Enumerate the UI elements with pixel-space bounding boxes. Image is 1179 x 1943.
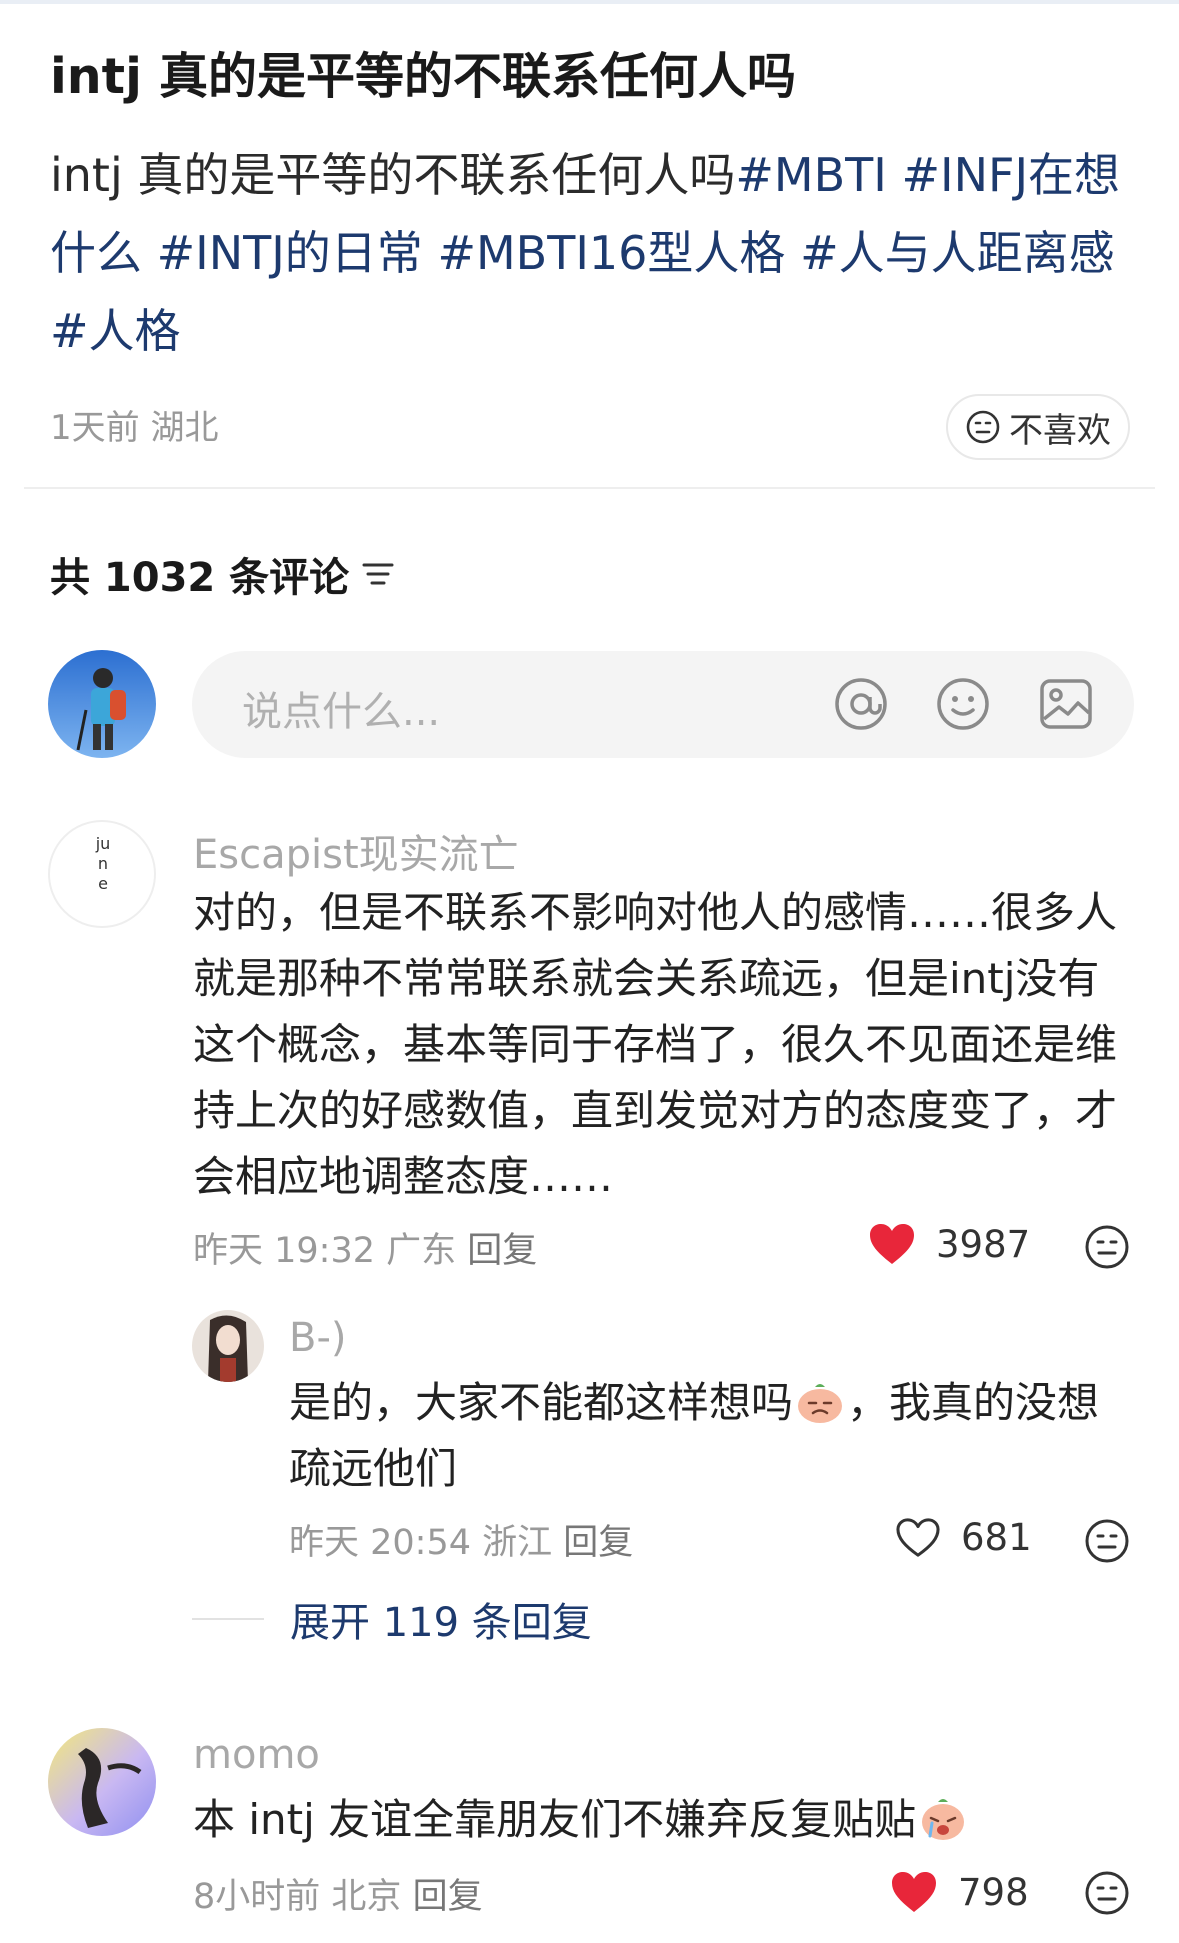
smile-icon[interactable]: [934, 675, 992, 733]
comment-input-placeholder: 说点什么...: [242, 689, 441, 735]
post-title: intj 真的是平等的不联系任何人吗: [50, 48, 796, 105]
comment-count-sort[interactable]: 共 1032 条评论: [50, 545, 395, 603]
reply-button[interactable]: 回复: [467, 1231, 537, 1271]
expand-line: [192, 1618, 264, 1620]
heart-icon: [870, 1224, 914, 1264]
post-location: 湖北: [150, 408, 219, 448]
like-button[interactable]: 798: [890, 1870, 1029, 1914]
heart-icon: [892, 1872, 936, 1912]
reply-avatar[interactable]: [192, 1310, 264, 1382]
comment-text: 对的，但是不联系不影响对他人的感情……很多人就是那种不常常联系就会关系疏远，但是…: [193, 888, 1118, 1201]
post-meta: 1天前 湖北: [50, 400, 218, 449]
sort-icon: [362, 563, 394, 585]
comment-meta: 8小时前 北京 回复: [193, 1868, 483, 1919]
comment-time: 8小时前: [193, 1877, 321, 1917]
neutral-face-icon[interactable]: [1084, 1518, 1130, 1564]
like-button[interactable]: 681: [895, 1516, 1032, 1559]
reply-author[interactable]: B-): [289, 1315, 346, 1361]
image-icon[interactable]: [1037, 675, 1095, 733]
post-body: intj 真的是平等的不联系任何人吗#MBTI #INFJ在想什么 #INTJ的…: [50, 136, 1140, 370]
peach-sob-emoji-icon: [798, 1384, 843, 1423]
avatar-text: june: [95, 834, 111, 893]
comment-input[interactable]: 说点什么...: [192, 651, 1134, 758]
comment-text-before: 本 intj 友谊全靠朋友们不嫌弃反复贴贴: [193, 1795, 917, 1844]
expand-replies-button[interactable]: 展开 119 条回复: [192, 1590, 592, 1648]
reply-meta: 昨天 20:54 浙江 回复: [289, 1514, 633, 1565]
comment-meta: 昨天 19:32 广东 回复: [193, 1222, 537, 1273]
post-body-text: intj 真的是平等的不联系任何人吗: [50, 148, 736, 202]
comment-count-label: 共 1032 条评论: [50, 555, 350, 601]
my-avatar[interactable]: [48, 650, 156, 758]
neutral-face-icon: [966, 410, 1000, 444]
reply-button[interactable]: 回复: [413, 1877, 483, 1917]
reply-text: 是的，大家不能都这样想吗 ，我真的没想疏远他们: [289, 1370, 1129, 1502]
commenter-avatar[interactable]: [48, 1728, 156, 1836]
heart-outline-icon: [896, 1517, 940, 1557]
divider: [24, 487, 1155, 489]
post-time: 1天前: [50, 408, 140, 448]
like-button[interactable]: 3987: [868, 1222, 1030, 1266]
dislike-button[interactable]: 不喜欢: [946, 394, 1130, 460]
hashtag[interactable]: #INTJ的日常: [157, 226, 423, 280]
commenter-avatar[interactable]: june: [48, 820, 156, 928]
hashtag[interactable]: #人与人距离感: [800, 226, 1115, 280]
comment-location: 广东: [386, 1231, 457, 1271]
comment-text: 本 intj 友谊全靠朋友们不嫌弃反复贴贴: [193, 1787, 1128, 1853]
reply-location: 浙江: [482, 1523, 553, 1563]
like-count: 798: [958, 1870, 1029, 1914]
like-count: 681: [961, 1516, 1032, 1559]
comment-author[interactable]: momo: [193, 1732, 320, 1778]
hashtag[interactable]: #人格: [50, 304, 181, 358]
hashtag[interactable]: #MBTI: [735, 148, 886, 202]
reply-text-before: 是的，大家不能都这样想吗: [289, 1378, 794, 1427]
like-count: 3987: [936, 1222, 1031, 1266]
top-border: [0, 0, 1179, 4]
reply-button[interactable]: 回复: [563, 1523, 633, 1563]
dislike-label: 不喜欢: [1009, 410, 1111, 451]
expand-replies-label: 展开 119 条回复: [290, 1600, 592, 1646]
reply-time: 昨天 20:54: [289, 1523, 471, 1563]
comment-author[interactable]: Escapist现实流亡: [193, 822, 519, 880]
comment-location: 北京: [331, 1877, 402, 1917]
comment-time: 昨天 19:32: [193, 1231, 375, 1271]
at-icon[interactable]: [832, 675, 890, 733]
peach-cry-emoji-icon: [922, 1799, 965, 1840]
neutral-face-icon[interactable]: [1084, 1870, 1130, 1916]
hashtag[interactable]: #MBTI16型人格: [437, 226, 785, 280]
neutral-face-icon[interactable]: [1084, 1224, 1130, 1270]
